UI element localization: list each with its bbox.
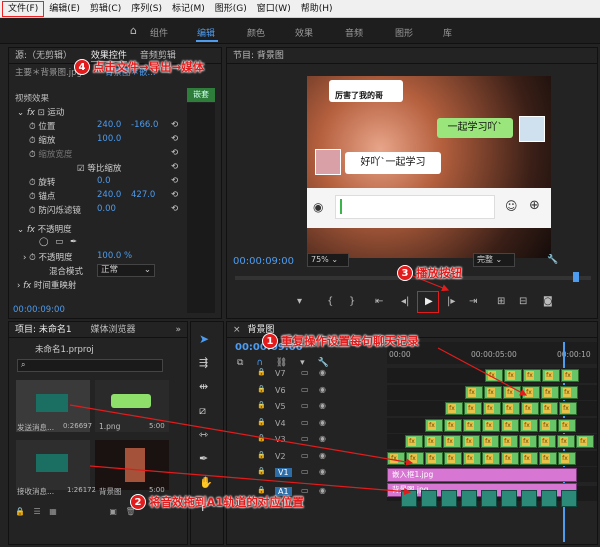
annotation-1: 1 重复操作设置每句聊天记录	[262, 333, 419, 349]
annotation-3: 3 播放按钮	[397, 265, 462, 281]
annotation-arrows	[69, 273, 528, 496]
annotation-4: 4 点击文件→导出→媒体	[74, 59, 204, 75]
annotation-2: 2 将音效拖到A1轨道的对应位置	[130, 494, 304, 510]
